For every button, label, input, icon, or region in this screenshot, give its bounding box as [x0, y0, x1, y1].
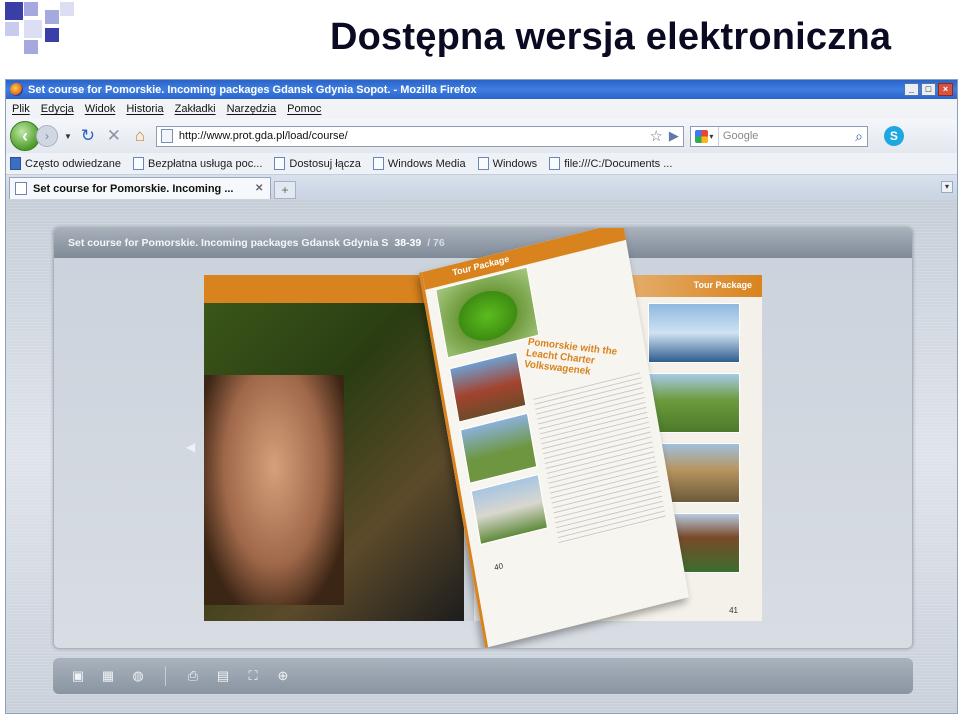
url-text[interactable]: http://www.prot.gda.pl/load/course/	[179, 130, 650, 142]
castle-photo	[449, 351, 527, 423]
right-page-number: 41	[729, 606, 738, 615]
bookmark-item[interactable]: file:///C:/Documents ...	[549, 157, 672, 170]
thumbnails-icon[interactable]: ▦	[99, 667, 117, 685]
bookmark-page-icon	[372, 157, 384, 170]
bookmark-item[interactable]: Windows	[477, 157, 537, 170]
flipbook-title: Set course for Pomorskie. Incoming packa…	[68, 237, 389, 249]
globe-icon[interactable]: ◍	[129, 667, 147, 685]
right-page-label: Tour Package	[693, 280, 752, 290]
close-button[interactable]: ×	[938, 83, 953, 96]
river-photo	[459, 412, 538, 484]
tab-bar: Set course for Pomorskie. Incoming ... ✕…	[6, 175, 957, 199]
tab-list-icon[interactable]: ▾	[941, 181, 953, 193]
villa-photo	[470, 473, 549, 546]
menu-zakladki[interactable]: Zakładki	[175, 103, 216, 115]
menu-widok[interactable]: Widok	[85, 103, 116, 115]
chevron-down-icon: ▾	[709, 131, 714, 141]
page-viewport: Set course for Pomorskie. Incoming packa…	[6, 199, 957, 713]
menu-pomoc[interactable]: Pomoc	[287, 103, 321, 115]
search-bar[interactable]: ▾ Google ⌕	[689, 125, 868, 147]
bookmarks-bar: Często odwiedzane Bezpłatna usługa poc..…	[6, 153, 957, 175]
firefox-logo-icon	[10, 83, 23, 96]
decorative-squares	[0, 0, 80, 60]
close-tab-icon[interactable]: ✕	[255, 183, 265, 194]
open-book[interactable]: Tour Package 41 Tour Package Pomorskie w…	[204, 228, 762, 648]
bookmark-page-icon	[274, 157, 286, 170]
flipbook-viewer: Set course for Pomorskie. Incoming packa…	[53, 227, 913, 649]
lake-photo	[648, 373, 740, 433]
stop-icon[interactable]: ✕	[104, 126, 124, 146]
print-icon[interactable]: ⎙	[184, 667, 202, 685]
tab-title: Set course for Pomorskie. Incoming ...	[33, 182, 234, 195]
window-titlebar: Set course for Pomorskie. Incoming packa…	[6, 80, 957, 99]
presentation-slide: Dostępna wersja elektroniczna Set course…	[0, 0, 960, 716]
bookmark-item[interactable]: Dostosuj łącza	[274, 157, 361, 170]
window-title: Set course for Pomorskie. Incoming packa…	[28, 83, 477, 96]
bookmark-item[interactable]: Windows Media	[372, 157, 466, 170]
forward-arrow-icon[interactable]: ›	[36, 125, 58, 147]
window-controls: _ □ ×	[904, 83, 953, 96]
slide-title: Dostępna wersja elektroniczna	[330, 16, 892, 58]
navigation-toolbar: ‹ › ▼ ↻ ✕ ⌂ http://www.prot.gda.pl/load/…	[6, 119, 957, 153]
previous-page-arrow-icon[interactable]: ◀	[186, 440, 195, 454]
history-dropdown-icon[interactable]: ▼	[64, 132, 72, 141]
bridge-photo	[648, 303, 740, 363]
url-bar[interactable]: http://www.prot.gda.pl/load/course/ ☆ ▶	[155, 125, 684, 147]
skype-icon[interactable]: S	[883, 126, 904, 146]
maximize-button[interactable]: □	[921, 83, 936, 96]
bookmark-page-icon	[10, 157, 21, 170]
toolbar-divider	[165, 666, 166, 686]
page-total: / 76	[427, 237, 445, 249]
search-engine-selector[interactable]: ▾	[691, 126, 719, 146]
left-page-number: 40	[493, 561, 504, 573]
search-input[interactable]: Google	[723, 130, 855, 142]
new-tab-button[interactable]: +	[274, 181, 296, 199]
search-icon[interactable]: ⌕	[855, 128, 863, 145]
page-indicator[interactable]: 38-39	[394, 237, 421, 249]
tab-active[interactable]: Set course for Pomorskie. Incoming ... ✕	[9, 177, 271, 199]
menu-historia[interactable]: Historia	[126, 103, 163, 115]
star-icon[interactable]: ☆	[649, 127, 662, 145]
firefox-window: Set course for Pomorskie. Incoming packa…	[5, 79, 958, 714]
fullscreen-icon[interactable]: ⛶	[244, 667, 262, 685]
page-icon	[160, 129, 173, 143]
bookmark-page-icon	[477, 157, 489, 170]
flipbook-toolbar: ▣ ▦ ◍ ⎙ ▤ ⛶ ⊕	[53, 658, 913, 694]
save-icon[interactable]: ▤	[214, 667, 232, 685]
single-page-icon[interactable]: ▣	[69, 667, 87, 685]
zoom-in-icon[interactable]: ⊕	[274, 667, 292, 685]
bookmark-page-icon	[549, 157, 561, 170]
menu-plik[interactable]: Plik	[12, 103, 30, 115]
turning-page-text-block	[533, 372, 667, 547]
bookmark-page-icon	[133, 157, 145, 170]
flipbook-header: Set course for Pomorskie. Incoming packa…	[54, 228, 912, 258]
go-arrow-icon[interactable]: ▶	[669, 128, 679, 144]
bookmark-item[interactable]: Często odwiedzane	[10, 157, 121, 170]
google-icon	[695, 129, 709, 143]
menu-bar: Plik Edycja Widok Historia Zakładki Narz…	[6, 99, 957, 119]
minimize-button[interactable]: _	[904, 83, 919, 96]
reload-icon[interactable]: ↻	[78, 126, 98, 146]
bookmark-item[interactable]: Bezpłatna usługa poc...	[133, 157, 262, 170]
menu-narzedzia[interactable]: Narzędzia	[227, 103, 277, 115]
page-icon	[15, 182, 27, 195]
menu-edycja[interactable]: Edycja	[41, 103, 74, 115]
left-page	[204, 275, 464, 621]
home-icon[interactable]: ⌂	[130, 126, 150, 146]
left-page-photo	[204, 375, 344, 605]
